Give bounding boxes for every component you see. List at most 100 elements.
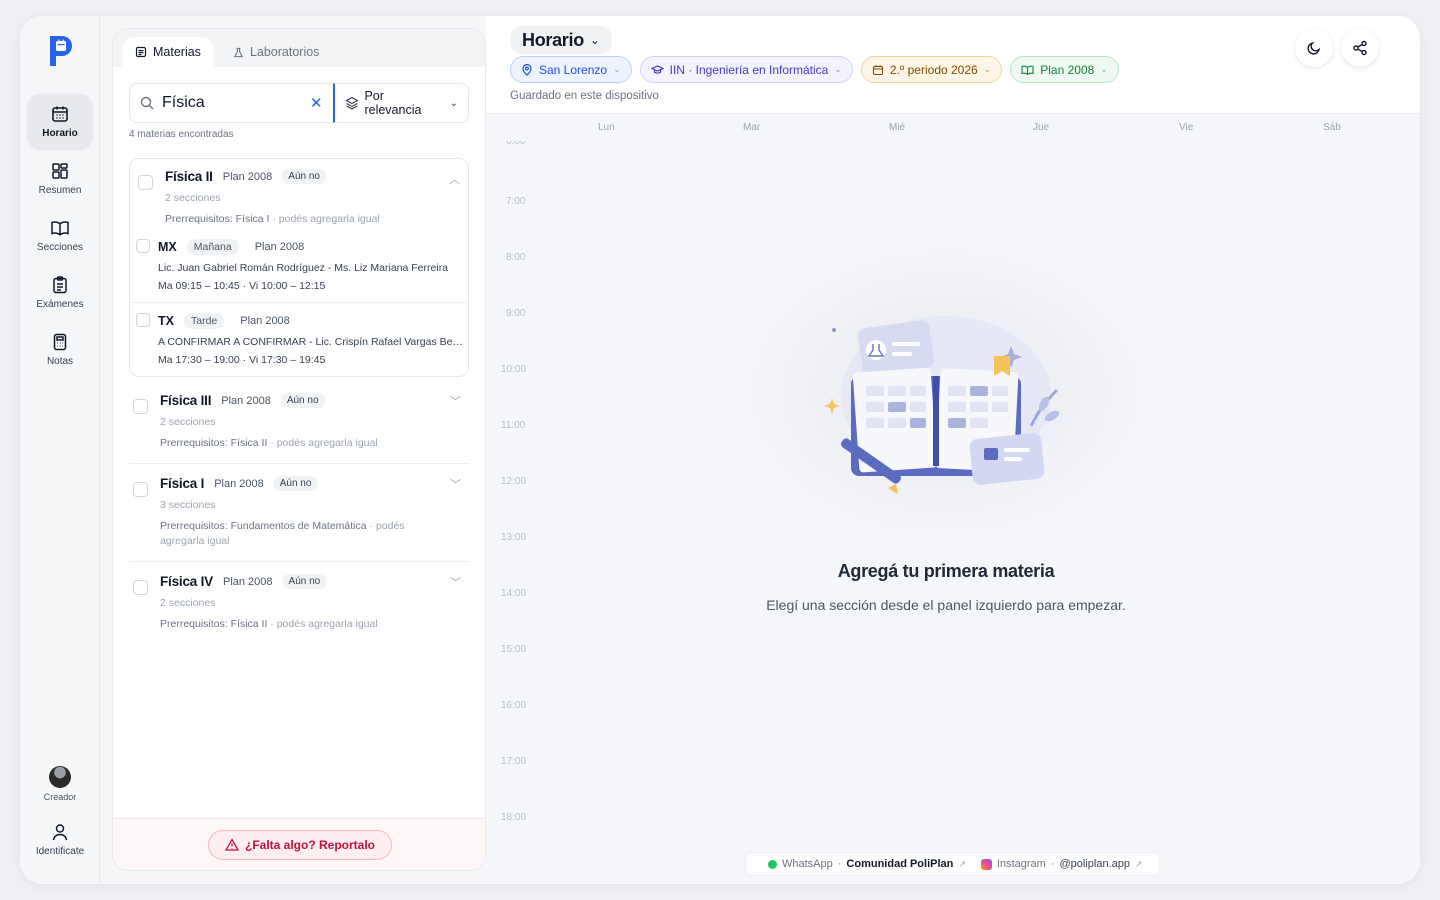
sort-select[interactable]: Por relevancia ⌄	[332, 83, 469, 123]
status-badge: Aún no	[280, 393, 325, 408]
nav-item-resumen[interactable]: Resumen	[28, 151, 92, 205]
nav-item-horario[interactable]: Horario	[28, 94, 92, 148]
external-link-icon: ↗	[958, 858, 966, 869]
search-box[interactable]: ✕	[129, 83, 333, 123]
chevron-up-icon[interactable]: ︿	[449, 171, 460, 187]
course-plan: Plan 2008	[221, 394, 271, 407]
search-input[interactable]	[162, 94, 302, 112]
view-selector[interactable]: Horario ⌄	[510, 26, 612, 54]
location-pin-icon	[522, 63, 532, 76]
section-times: Ma 09:15 – 10:45 · Vi 10:00 – 12:15	[158, 280, 326, 292]
day-label: Lun	[598, 122, 615, 133]
course-card[interactable]: Física IV Plan 2008 Aún no 2 secciones P…	[129, 562, 469, 644]
sections-count: 3 secciones	[160, 499, 216, 511]
course-header[interactable]: Física IV Plan 2008 Aún no 2 secciones P…	[133, 574, 457, 644]
search-row: ✕ Por relevancia ⌄	[129, 83, 469, 123]
hour-label: 15:00	[501, 644, 527, 655]
weekday-header: Lun Mar Mié Jue Vie Sáb	[486, 122, 1406, 138]
schedule-header: Horario ⌄ San Lorenzo ⌄ IIN · Ingeniería…	[486, 16, 1420, 114]
share-button[interactable]	[1341, 29, 1379, 67]
nav-label: Notas	[46, 355, 74, 367]
flask-icon	[233, 47, 244, 57]
nav-label: Exámenes	[36, 298, 84, 310]
section-row[interactable]: TX Tarde Plan 2008 A CONFIRMAR A CONFIRM…	[130, 302, 468, 376]
nav-item-examenes[interactable]: Exámenes	[28, 265, 92, 319]
course-header[interactable]: Física I Plan 2008 Aún no 3 secciones Pr…	[133, 476, 457, 561]
course-info: Física II Plan 2008 Aún no 2 secciones P…	[165, 169, 458, 227]
day-label: Jue	[1033, 122, 1050, 133]
chevron-down-icon: ⌄	[1100, 64, 1108, 74]
course-checkbox[interactable]	[133, 482, 148, 497]
nav-item-notas[interactable]: Notas	[28, 322, 92, 376]
sort-label: Por relevancia	[364, 89, 422, 117]
period-label: 2.º periodo 2026	[889, 62, 978, 77]
chevron-down-icon[interactable]: ﹀	[450, 476, 461, 492]
whatsapp-label[interactable]: WhatsApp	[782, 858, 833, 870]
course-plan: Plan 2008	[222, 170, 273, 183]
creator-link[interactable]: Creador	[20, 766, 100, 802]
course-info: Física III Plan 2008 Aún no 2 secciones …	[160, 393, 457, 463]
report-button[interactable]: ¿Falta algo? Reportalo	[207, 829, 392, 860]
day-label: Mié	[889, 122, 906, 133]
course-checkbox[interactable]	[133, 399, 148, 414]
section-plan: Plan 2008	[254, 241, 305, 253]
instagram-label[interactable]: Instagram	[997, 858, 1046, 870]
section-code: TX	[158, 314, 174, 328]
chevron-down-icon[interactable]: ﹀	[450, 574, 461, 590]
period-chip[interactable]: 2.º periodo 2026 ⌄	[860, 56, 1003, 83]
plan-chip[interactable]: Plan 2008 ⌄	[1010, 56, 1119, 83]
course-card[interactable]: Física II Plan 2008 Aún no 2 secciones P…	[129, 158, 469, 377]
tab-materias[interactable]: Materias	[123, 37, 213, 67]
campus-chip[interactable]: San Lorenzo ⌄	[510, 56, 632, 83]
chevron-down-icon: ⌄	[834, 64, 842, 74]
hour-label: 8:00	[506, 252, 526, 263]
community-link[interactable]: Comunidad PoliPlan	[846, 858, 953, 870]
login-link[interactable]: Identificate	[20, 822, 100, 857]
nav-item-secciones[interactable]: Secciones	[28, 208, 92, 262]
empty-state-title: Agregá tu primera materia	[837, 561, 1055, 581]
course-title: Física III	[160, 393, 212, 408]
panel-footer: ¿Falta algo? Reportalo	[113, 818, 485, 870]
prerequisites: Prerrequisitos: Física II · podés agrega…	[160, 618, 378, 630]
report-label: ¿Falta algo? Reportalo	[244, 837, 375, 852]
course-checkbox[interactable]	[138, 175, 153, 190]
section-checkbox[interactable]	[136, 313, 150, 327]
course-card[interactable]: Física III Plan 2008 Aún no 2 secciones …	[129, 377, 469, 464]
chevron-down-icon: ⌄	[449, 97, 458, 109]
instagram-handle[interactable]: @poliplan.app	[1060, 858, 1131, 870]
save-status: Guardado en este dispositivo	[510, 90, 659, 102]
day-label: Vie	[1179, 122, 1194, 133]
hour-label: 16:00	[501, 700, 527, 711]
status-badge: Aún no	[273, 476, 318, 491]
planner-illustration	[824, 316, 1060, 494]
search-icon	[140, 96, 154, 110]
hour-label: 12:00	[501, 476, 527, 487]
grid-icon	[52, 162, 68, 179]
section-row[interactable]: MX Mañana Plan 2008 Lic. Juan Gabriel Ro…	[130, 237, 468, 302]
plan-label: Plan 2008	[1040, 62, 1095, 77]
section-plan: Plan 2008	[240, 315, 290, 327]
chevron-down-icon[interactable]: ﹀	[450, 393, 461, 409]
poliplan-logo[interactable]	[46, 32, 76, 68]
course-title: Física IV	[160, 574, 213, 589]
course-checkbox[interactable]	[133, 580, 148, 595]
hour-label: 6:00	[506, 141, 526, 147]
course-plan: Plan 2008	[214, 477, 264, 490]
hour-label: 7:00	[506, 196, 526, 207]
career-chip[interactable]: IIN · Ingeniería en Informática ⌄	[639, 56, 853, 83]
course-header[interactable]: Física III Plan 2008 Aún no 2 secciones …	[133, 393, 457, 463]
separator: ·	[837, 858, 842, 870]
course-info: Física IV Plan 2008 Aún no 2 secciones P…	[160, 574, 457, 644]
section-checkbox[interactable]	[136, 239, 150, 253]
list-icon	[135, 46, 147, 58]
course-header[interactable]: Física II Plan 2008 Aún no 2 secciones P…	[130, 159, 468, 237]
theme-toggle-button[interactable]	[1295, 29, 1333, 67]
book-open-icon	[51, 220, 69, 236]
chevron-down-icon: ⌄	[613, 64, 621, 74]
tab-laboratorios[interactable]: Laboratorios	[221, 37, 332, 67]
user-icon	[52, 824, 68, 841]
course-card[interactable]: Física I Plan 2008 Aún no 3 secciones Pr…	[129, 464, 469, 562]
clear-search-icon[interactable]: ✕	[310, 94, 323, 112]
section-times: Ma 17:30 – 19:00 · Vi 17:30 – 19:45	[158, 354, 326, 366]
hour-label: 10:00	[501, 364, 527, 375]
